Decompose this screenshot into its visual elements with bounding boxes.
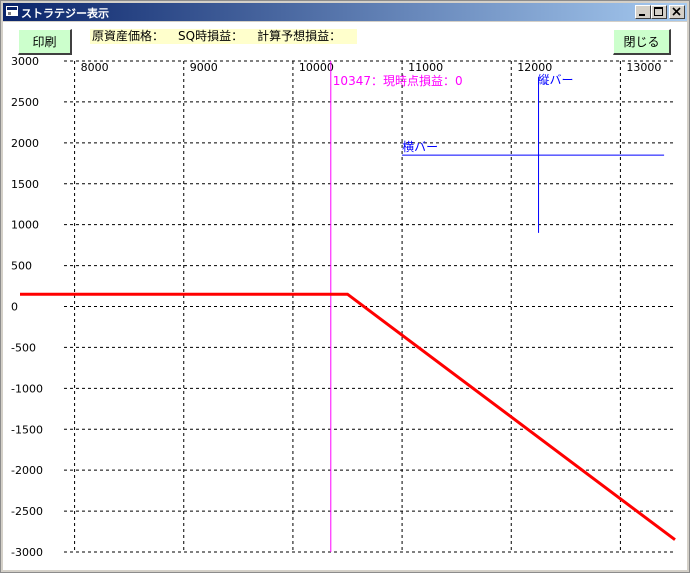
y-tick-label: -1000 [11,382,43,395]
minimize-icon [639,14,645,16]
maximize-icon [654,7,663,16]
y-tick-label: 500 [11,260,32,273]
print-button[interactable]: 印刷 [18,29,72,55]
y-tick-label: -500 [11,341,36,354]
calc-expected-pl-label: 計算予想損益： [257,29,342,43]
close-icon [672,7,681,16]
x-tick-label: 10000 [299,61,334,74]
underlying-price-label: 原資産価格： [92,29,165,43]
y-tick-label: 2000 [11,137,39,150]
app-icon [6,6,18,16]
y-tick-label: 1500 [11,178,39,191]
close-window-button[interactable] [669,5,685,19]
y-tick-label: -1500 [11,423,43,436]
payoff-chart: 3000 2500 2000 1500 1000 500 0 -500 -1000 -1500 -2… [11,55,676,559]
title-bar[interactable]: ストラテジー表示 [3,3,687,21]
window-title: ストラテジー表示 [21,7,109,20]
current-pl-label: 10347：現時点損益：0 [333,73,463,88]
x-tick-label: 8000 [81,61,109,74]
y-tick-label: 2500 [11,96,39,109]
strategy-window: ストラテジー表示 3000 2500 2000 1500 1000 500 0 -500 -10… [0,0,690,573]
maximize-button[interactable] [651,5,667,19]
x-tick-label: 11000 [408,61,443,74]
y-tick-label: 0 [11,301,18,314]
y-tick-label: -2500 [11,505,43,518]
y-tick-label: 3000 [11,55,39,68]
payoff-line [20,292,676,541]
y-tick-label: -2000 [11,464,43,477]
x-tick-label: 13000 [626,61,661,74]
minimize-button[interactable] [635,5,651,19]
y-tick-label: 1000 [11,219,39,232]
info-bar: 原資産価格： SQ時損益： 計算予想損益： [90,29,358,44]
close-button[interactable]: 閉じる [613,29,671,55]
y-tick-label: -3000 [11,546,43,559]
horizontal-bar-label: 横バー [402,140,438,154]
sq-pl-label: SQ時損益： [178,29,244,43]
chart-area: 3000 2500 2000 1500 1000 500 0 -500 -1000 -1500 -2… [3,22,687,570]
x-tick-label: 9000 [190,61,218,74]
vertical-bar-label: 縦バー [538,73,574,87]
